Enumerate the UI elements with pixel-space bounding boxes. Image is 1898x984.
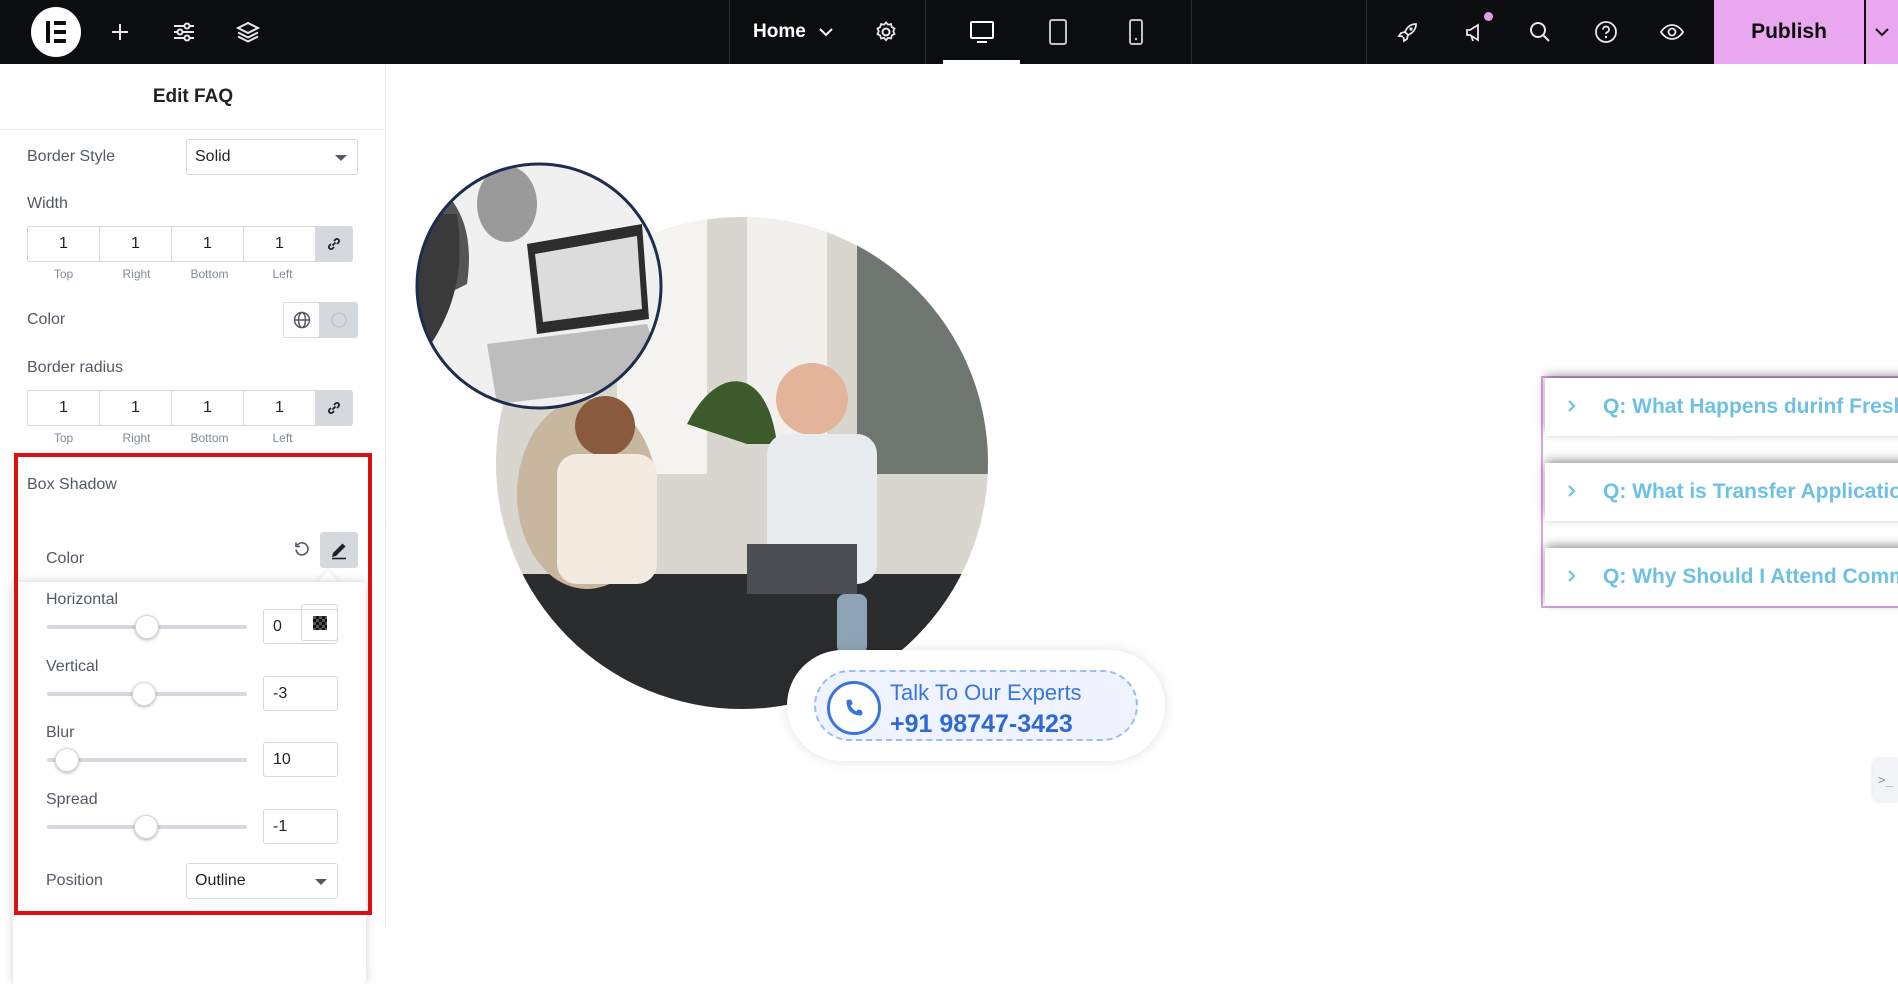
toolbar-divider <box>729 0 730 64</box>
width-right-input[interactable]: 1 <box>99 226 172 262</box>
mobile-icon[interactable] <box>1116 0 1156 64</box>
cta-inner-pill: Talk To Our Experts +91 98747-3423 <box>814 670 1138 741</box>
chevron-right-icon <box>1567 566 1577 589</box>
width-left-input[interactable]: 1 <box>243 226 316 262</box>
border-style-select[interactable]: Solid <box>186 139 358 175</box>
faq-question: Q: Why Should I Attend Community College… <box>1603 565 1898 588</box>
width-dimension-labels: Top Right Bottom Left <box>27 267 319 281</box>
dim-label-top: Top <box>53 267 74 281</box>
faq-item[interactable]: Q: What Happens durinf Fresher's Week? <box>1545 378 1898 436</box>
chevron-down-icon <box>818 21 834 43</box>
faq-question: Q: What Happens durinf Fresher's Week? <box>1603 395 1898 418</box>
dim-label-top: Top <box>53 431 74 445</box>
hero-image-collage <box>415 162 988 709</box>
link-values-icon[interactable] <box>315 226 353 262</box>
radius-dimension-labels: Top Right Bottom Left <box>27 431 319 445</box>
toolbar-divider <box>925 0 926 64</box>
editor-canvas: Talk To Our Experts +91 98747-3423 Q: Wh… <box>387 64 1898 926</box>
toolbar-divider <box>1191 0 1192 64</box>
radius-bottom-input[interactable]: 1 <box>171 390 244 426</box>
talk-to-experts-card[interactable]: Talk To Our Experts +91 98747-3423 <box>787 650 1165 761</box>
tablet-icon[interactable] <box>1038 0 1078 64</box>
border-color-label: Color <box>27 311 66 328</box>
width-top-input[interactable]: 1 <box>27 226 100 262</box>
radius-top-input[interactable]: 1 <box>27 390 100 426</box>
phone-icon <box>827 681 881 735</box>
radius-left-input[interactable]: 1 <box>243 390 316 426</box>
radius-right-input[interactable]: 1 <box>99 390 172 426</box>
publish-button[interactable]: Publish <box>1714 0 1864 64</box>
toolbar-divider <box>1366 0 1367 64</box>
faq-question: Q: What is Transfer Application Process? <box>1603 480 1898 503</box>
border-radius-label: Border radius <box>27 359 124 376</box>
link-values-icon[interactable] <box>315 390 353 426</box>
border-radius-dimensions: 1 1 1 1 <box>27 390 353 426</box>
dim-label-left: Left <box>272 267 293 281</box>
notification-dot <box>1484 12 1493 21</box>
chevron-right-icon <box>1567 396 1577 419</box>
global-colors-icon[interactable] <box>284 303 321 337</box>
border-color-control <box>283 302 358 338</box>
faq-accordion: Q: What Happens durinf Fresher's Week? Q… <box>1541 376 1898 608</box>
width-dimensions: 1 1 1 1 <box>27 226 353 262</box>
terminal-side-tab-icon[interactable]: >_ <box>1873 759 1898 801</box>
dim-label-bottom: Bottom <box>190 431 229 445</box>
editor-panel: Edit FAQ Border Style Solid Width 1 1 1 … <box>0 64 386 984</box>
dim-label-bottom: Bottom <box>190 267 229 281</box>
search-icon[interactable] <box>1520 0 1560 64</box>
add-icon[interactable] <box>100 0 140 64</box>
desktop-icon[interactable] <box>943 0 1020 64</box>
preview-eye-icon[interactable] <box>1652 0 1692 64</box>
dim-label-right: Right <box>122 267 151 281</box>
page-settings-gear-icon[interactable] <box>866 0 906 64</box>
notifications-megaphone-icon[interactable] <box>1455 0 1495 64</box>
width-label: Width <box>27 195 68 212</box>
dim-label-right: Right <box>122 431 151 445</box>
rocket-icon[interactable] <box>1388 0 1428 64</box>
site-settings-icon[interactable] <box>164 0 204 64</box>
page-name: Home <box>753 21 806 42</box>
width-bottom-input[interactable]: 1 <box>171 226 244 262</box>
border-style-label: Border Style <box>27 148 116 165</box>
select-caret-icon <box>335 155 347 161</box>
faq-item[interactable]: Q: What is Transfer Application Process? <box>1545 463 1898 521</box>
highlight-box <box>14 453 372 915</box>
dim-label-left: Left <box>272 431 293 445</box>
color-picker-swatch[interactable] <box>320 303 357 337</box>
faq-item[interactable]: Q: Why Should I Attend Community College… <box>1545 548 1898 606</box>
structure-layers-icon[interactable] <box>228 0 268 64</box>
panel-title: Edit FAQ <box>0 64 386 130</box>
chevron-right-icon <box>1567 481 1577 504</box>
cta-phone[interactable]: +91 98747-3423 <box>890 710 1073 739</box>
elementor-logo-icon[interactable] <box>31 7 81 57</box>
page-selector[interactable]: Home <box>753 0 834 64</box>
cta-title: Talk To Our Experts <box>890 680 1082 705</box>
editor-top-bar: Home Publish <box>0 0 1898 64</box>
publish-options-chevron-icon[interactable] <box>1866 0 1898 64</box>
border-style-value: Solid <box>195 148 231 165</box>
help-icon[interactable] <box>1586 0 1626 64</box>
